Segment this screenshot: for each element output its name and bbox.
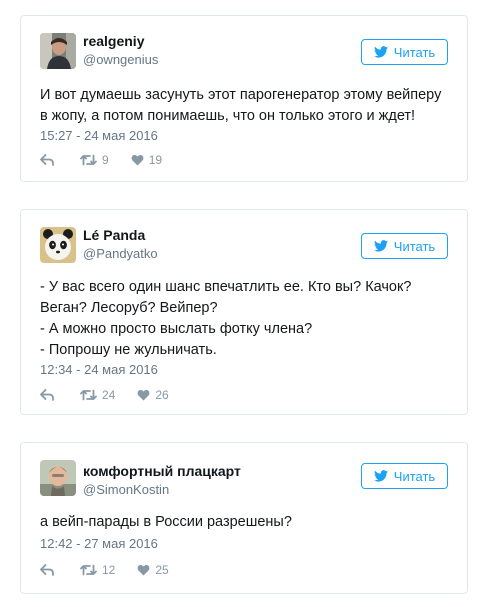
reply-icon xyxy=(40,154,54,166)
reply-button[interactable] xyxy=(40,389,54,401)
follow-button[interactable]: Читать xyxy=(361,39,448,65)
tweet-text-line: Веган? Лесоруб? Вейпер? xyxy=(40,300,218,316)
follow-button[interactable]: Читать xyxy=(361,233,448,259)
tweet-text-line: И вот думаешь засунуть этот парогенерато… xyxy=(40,87,442,103)
tweet-text-line: - У вас всего один шанс впечатлить ее. К… xyxy=(40,279,412,295)
retweet-count: 9 xyxy=(102,153,109,167)
twitter-bird-icon xyxy=(373,240,388,252)
tweet-text: - У вас всего один шанс впечатлить ее. К… xyxy=(40,277,453,361)
author-name[interactable]: комфортный плацкарт xyxy=(83,463,241,479)
tweet-text: И вот думаешь засунуть этот парогенерато… xyxy=(40,85,453,127)
reply-icon xyxy=(40,564,54,576)
avatar[interactable] xyxy=(40,227,76,263)
author-name[interactable]: realgeniy xyxy=(83,33,144,49)
tweet-actions: 24 26 xyxy=(40,388,169,402)
tweet-card: комфортный плацкарт @SimonKostin Читать … xyxy=(20,442,468,594)
retweet-button[interactable]: 24 xyxy=(80,388,115,402)
retweet-icon xyxy=(80,564,97,576)
follow-button[interactable]: Читать xyxy=(361,463,448,489)
author-handle[interactable]: @owngenius xyxy=(83,52,158,67)
follow-button-label: Читать xyxy=(393,238,436,254)
follow-button-label: Читать xyxy=(393,468,436,484)
heart-icon xyxy=(131,154,144,166)
tweet-actions: 12 25 xyxy=(40,563,169,577)
heart-icon xyxy=(137,389,150,401)
retweet-icon xyxy=(80,154,97,166)
retweet-button[interactable]: 12 xyxy=(80,563,115,577)
heart-icon xyxy=(137,564,150,576)
tweet-text: а вейп-парады в России разрешены? xyxy=(40,512,453,533)
reply-button[interactable] xyxy=(40,564,54,576)
retweet-count: 12 xyxy=(102,563,116,577)
tweet-text-line: в жопу, а потом понимаешь, что он только… xyxy=(40,108,416,124)
like-button[interactable]: 26 xyxy=(137,388,169,402)
author-handle[interactable]: @Pandyatko xyxy=(83,246,158,261)
retweet-icon xyxy=(80,389,97,401)
retweet-button[interactable]: 9 xyxy=(80,153,109,167)
like-button[interactable]: 25 xyxy=(137,563,169,577)
tweet-timestamp[interactable]: 15:27 - 24 мая 2016 xyxy=(40,128,158,143)
reply-icon xyxy=(40,389,54,401)
follow-button-label: Читать xyxy=(393,44,436,60)
twitter-bird-icon xyxy=(373,46,388,58)
avatar-photo-icon xyxy=(40,460,76,496)
reply-button[interactable] xyxy=(40,154,54,166)
author-name[interactable]: Lé Panda xyxy=(83,227,145,243)
twitter-bird-icon xyxy=(373,470,388,482)
tweet-timestamp[interactable]: 12:34 - 24 мая 2016 xyxy=(40,362,158,377)
tweet-timestamp[interactable]: 12:42 - 27 мая 2016 xyxy=(40,536,158,551)
tweet-card: realgeniy @owngenius Читать И вот думаеш… xyxy=(20,15,468,182)
retweet-count: 24 xyxy=(102,388,116,402)
tweet-text-line: - Попрошу не жульничать. xyxy=(40,342,217,358)
like-count: 19 xyxy=(148,153,163,167)
avatar-photo-icon xyxy=(40,33,76,69)
tweet-text-line: а вейп-парады в России разрешены? xyxy=(40,514,292,530)
avatar[interactable] xyxy=(40,460,76,496)
like-count: 25 xyxy=(155,563,169,577)
panda-avatar-icon xyxy=(40,227,76,263)
tweet-actions: 9 19 xyxy=(40,153,162,167)
tweet-card: Lé Panda @Pandyatko Читать - У вас всего… xyxy=(20,209,468,415)
like-count: 26 xyxy=(155,388,169,402)
author-handle[interactable]: @SimonKostin xyxy=(83,482,169,497)
like-button[interactable]: 19 xyxy=(131,153,162,167)
avatar[interactable] xyxy=(40,33,76,69)
tweet-text-line: - А можно просто выслать фотку члена? xyxy=(40,321,313,337)
